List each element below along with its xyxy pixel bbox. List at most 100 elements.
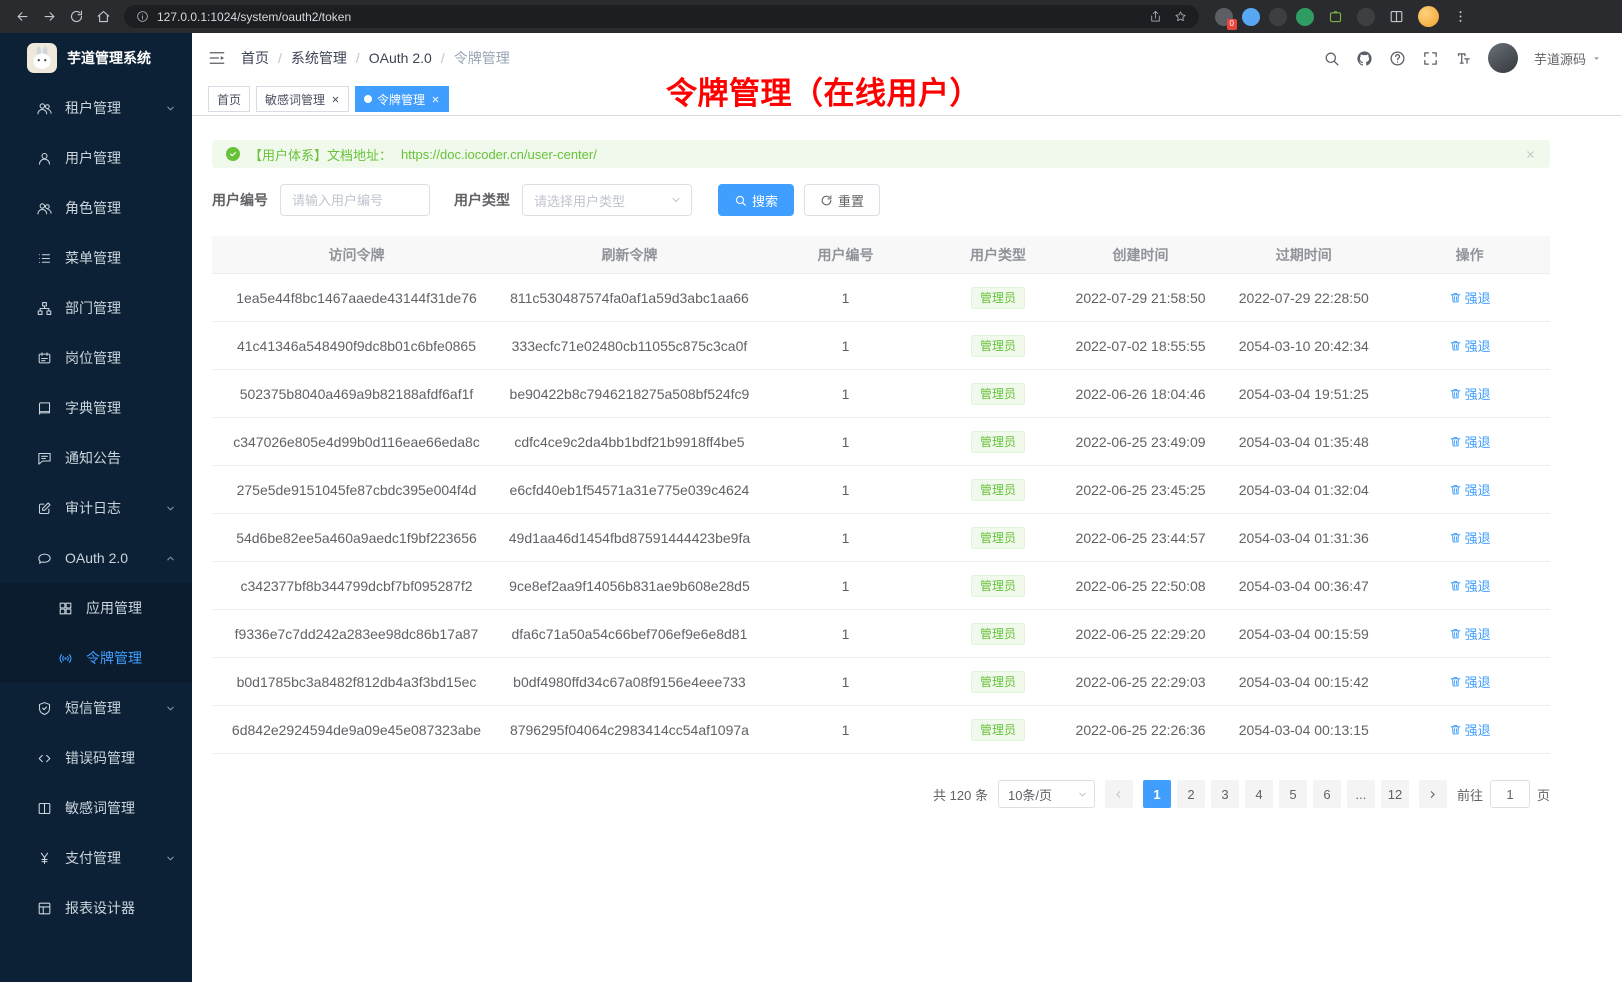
force-logout-button[interactable]: 强退	[1449, 432, 1491, 451]
sidebar-item-dept[interactable]: 部门管理	[0, 283, 192, 333]
app-title: 芋道管理系统	[67, 48, 151, 68]
site-info-icon[interactable]	[136, 10, 149, 23]
sidebar-item-oauth2-application[interactable]: 应用管理	[0, 583, 192, 633]
doc-link[interactable]: https://doc.iocoder.cn/user-center/	[401, 147, 597, 162]
breadcrumb-item[interactable]: OAuth 2.0	[369, 50, 432, 66]
sidebar-item-sensitive-word[interactable]: 敏感词管理	[0, 783, 192, 833]
sidebar-item-label: 角色管理	[65, 198, 176, 218]
browser-home-button[interactable]	[91, 4, 116, 29]
force-logout-button[interactable]: 强退	[1449, 384, 1491, 403]
browser-menu-button[interactable]	[1448, 4, 1473, 29]
force-logout-button[interactable]: 强退	[1449, 528, 1491, 547]
user-avatar[interactable]	[1488, 43, 1518, 73]
force-logout-button[interactable]: 强退	[1449, 672, 1491, 691]
goto-page-input[interactable]	[1490, 780, 1530, 808]
sidebar-item-notice[interactable]: 通知公告	[0, 433, 192, 483]
extensions-puzzle-icon[interactable]	[1323, 4, 1348, 29]
extension-icon[interactable]	[1357, 8, 1375, 26]
page-ellipsis[interactable]: ...	[1347, 780, 1375, 808]
user-id-input[interactable]	[280, 184, 430, 216]
extension-icon[interactable]	[1242, 8, 1260, 26]
collapse-sidebar-button[interactable]	[208, 49, 226, 67]
page-size-select[interactable]: 10条/页	[998, 780, 1095, 808]
search-button[interactable]: 搜索	[718, 184, 794, 216]
tab-sensitive-word[interactable]: 敏感词管理	[256, 86, 349, 112]
breadcrumb-item[interactable]: 首页	[241, 48, 269, 68]
sidebar-item-menu[interactable]: 菜单管理	[0, 233, 192, 283]
book-icon	[37, 401, 52, 416]
page-button-5[interactable]: 5	[1279, 780, 1307, 808]
extension-icon[interactable]	[1296, 8, 1314, 26]
sidebar-item-role[interactable]: 角色管理	[0, 183, 192, 233]
browser-forward-button[interactable]	[37, 4, 62, 29]
extension-icon[interactable]	[1269, 8, 1287, 26]
page-button-3[interactable]: 3	[1211, 780, 1239, 808]
force-logout-button[interactable]: 强退	[1449, 288, 1491, 307]
github-icon[interactable]	[1356, 50, 1373, 67]
signal-icon	[58, 651, 73, 666]
browser-profile-avatar[interactable]	[1418, 6, 1439, 27]
expire-time-cell: 2054-03-04 01:31:36	[1218, 530, 1389, 546]
sidebar-item-post[interactable]: 岗位管理	[0, 333, 192, 383]
trash-icon	[1449, 339, 1462, 352]
page-button-12[interactable]: 12	[1381, 780, 1409, 808]
page-button-1[interactable]: 1	[1143, 780, 1171, 808]
sidebar-item-tenant[interactable]: 租户管理	[0, 83, 192, 133]
sidebar-item-user[interactable]: 用户管理	[0, 133, 192, 183]
force-logout-label: 强退	[1465, 336, 1491, 355]
force-logout-button[interactable]: 强退	[1449, 336, 1491, 355]
prev-page-button[interactable]	[1105, 780, 1133, 808]
browser-reload-button[interactable]	[64, 4, 89, 29]
user-type-select[interactable]: 请选择用户类型	[522, 184, 692, 216]
puzzle-icon	[1328, 9, 1343, 24]
force-logout-label: 强退	[1465, 720, 1491, 739]
sidebar-item-oauth2[interactable]: OAuth 2.0	[0, 533, 192, 583]
bookmark-star-icon[interactable]	[1174, 10, 1187, 23]
close-tab-icon[interactable]	[331, 95, 340, 104]
search-icon[interactable]	[1323, 50, 1340, 67]
user-menu[interactable]: 芋道源码	[1534, 49, 1602, 68]
close-tab-icon[interactable]	[431, 95, 440, 104]
sidebar-item-sms[interactable]: 短信管理	[0, 683, 192, 733]
force-logout-button[interactable]: 强退	[1449, 720, 1491, 739]
next-page-button[interactable]	[1419, 780, 1447, 808]
sidebar-item-audit-log[interactable]: 审计日志	[0, 483, 192, 533]
browser-back-button[interactable]	[10, 4, 35, 29]
page-content: 【用户体系】文档地址： https://doc.iocoder.cn/user-…	[192, 116, 1622, 982]
user-type-badge: 管理员	[971, 431, 1025, 453]
app-logo[interactable]: 芋道管理系统	[0, 33, 192, 83]
page-button-2[interactable]: 2	[1177, 780, 1205, 808]
tab-oauth2-token[interactable]: 令牌管理	[355, 86, 449, 112]
address-bar[interactable]: 127.0.0.1:1024/system/oauth2/token	[124, 5, 1199, 28]
help-icon[interactable]	[1389, 50, 1406, 67]
font-size-icon[interactable]	[1455, 50, 1472, 67]
sidebar-item-pay[interactable]: 支付管理	[0, 833, 192, 883]
reset-button[interactable]: 重置	[804, 184, 880, 216]
force-logout-button[interactable]: 强退	[1449, 624, 1491, 643]
split-view-icon[interactable]	[1384, 4, 1409, 29]
sidebar-item-error-code[interactable]: 错误码管理	[0, 733, 192, 783]
close-alert-icon[interactable]	[1525, 149, 1536, 160]
share-icon[interactable]	[1149, 10, 1162, 23]
sidebar-item-oauth2-token[interactable]: 令牌管理	[0, 633, 192, 683]
sidebar-item-dict[interactable]: 字典管理	[0, 383, 192, 433]
breadcrumb-item[interactable]: 系统管理	[291, 48, 347, 68]
users-icon	[37, 101, 52, 116]
page-button-6[interactable]: 6	[1313, 780, 1341, 808]
table-row: 41c41346a548490f9dc8b01c6bfe0865 333ecfc…	[212, 322, 1550, 370]
sidebar-item-report-designer[interactable]: 报表设计器	[0, 883, 192, 933]
page-button-4[interactable]: 4	[1245, 780, 1273, 808]
fullscreen-icon[interactable]	[1422, 50, 1439, 67]
access-token-cell: 1ea5e44f8bc1467aaede43144f31de76	[212, 290, 501, 306]
force-logout-button[interactable]: 强退	[1449, 480, 1491, 499]
tab-home[interactable]: 首页	[208, 86, 250, 112]
trash-icon	[1449, 579, 1462, 592]
alert-text: 【用户体系】文档地址：	[249, 145, 392, 164]
force-logout-button[interactable]: 强退	[1449, 576, 1491, 595]
create-time-cell: 2022-06-25 23:44:57	[1063, 530, 1218, 546]
filter-bar: 用户编号 用户类型 请选择用户类型 搜索 重置	[212, 184, 1550, 216]
doc-alert: 【用户体系】文档地址： https://doc.iocoder.cn/user-…	[212, 140, 1550, 168]
force-logout-label: 强退	[1465, 432, 1491, 451]
sidebar-item-label: 租户管理	[65, 98, 152, 118]
extension-icon[interactable]: 0	[1215, 8, 1233, 26]
